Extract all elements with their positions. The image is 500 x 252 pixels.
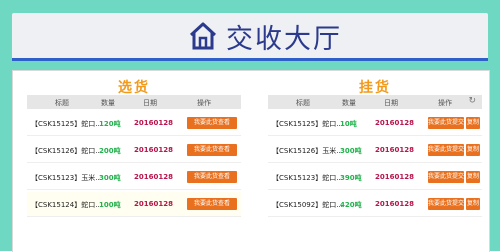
view-goods-button[interactable]: 我要此货查看 [187, 171, 237, 183]
row-qty: 100吨 [99, 201, 121, 209]
submit-goods-button[interactable]: 我要此货提交 [428, 198, 464, 210]
row-title: 【CSK15126】玉米... [272, 147, 343, 155]
row-title: 【CSK15125】蛇口... [272, 120, 343, 128]
row-qty: 300吨 [340, 147, 362, 155]
row-date: 20160128 [375, 119, 414, 127]
table-row: 【CSK15126】玉米... 300吨 20160128 我要此货提交 复制 [268, 138, 482, 163]
submit-goods-button[interactable]: 我要此货提交 [428, 171, 464, 183]
col-qty: 数量 [342, 99, 356, 107]
panel-title: 挂货 [359, 80, 391, 96]
list-goods-panel: 挂货 标题 数量 日期 操作 ↻ 【CSK15125】蛇口... 10吨 201… [268, 71, 482, 252]
row-title: 【CSK15126】蛇口... [31, 147, 102, 155]
row-date: 20160128 [134, 173, 173, 181]
view-goods-button[interactable]: 我要此货查看 [187, 144, 237, 156]
page-title: 交收大厅 [226, 23, 342, 55]
refresh-icon[interactable]: ↻ [468, 96, 476, 106]
copy-button[interactable]: 复制 [466, 171, 480, 183]
row-date: 20160128 [134, 146, 173, 154]
table-row: 【CSK15123】玉米... 300吨 20160128 我要此货查看 [27, 165, 241, 190]
row-title: 【CSK15125】蛇口... [31, 120, 102, 128]
view-goods-button[interactable]: 我要此货查看 [187, 117, 237, 129]
table-row: 【CSK15126】蛇口... 200吨 20160128 我要此货查看 [27, 138, 241, 163]
header-underline [12, 58, 488, 61]
row-date: 20160128 [375, 200, 414, 208]
view-goods-button[interactable]: 我要此货查看 [187, 198, 237, 210]
select-goods-panel: 选货 标题 数量 日期 操作 【CSK15125】蛇口... 120吨 2016… [27, 71, 241, 252]
row-title: 【CSK15123】蛇口... [272, 174, 343, 182]
col-qty: 数量 [101, 99, 115, 107]
col-title: 标题 [55, 99, 69, 107]
row-title: 【CSK15092】蛇口... [272, 201, 343, 209]
col-action: 操作 [438, 99, 452, 107]
table-row: 【CSK15124】蛇口... 100吨 20160128 我要此货查看 [27, 192, 241, 217]
table-row: 【CSK15125】蛇口... 120吨 20160128 我要此货查看 [27, 111, 241, 136]
col-action: 操作 [197, 99, 211, 107]
header: 交收大厅 [12, 13, 488, 61]
row-qty: 390吨 [340, 174, 362, 182]
row-qty: 200吨 [99, 147, 121, 155]
col-date: 日期 [384, 99, 398, 107]
table-row: 【CSK15092】蛇口... 420吨 20160128 我要此货提交 复制 [268, 192, 482, 217]
header-logo-row: 交收大厅 [188, 19, 342, 55]
row-title: 【CSK15124】蛇口... [31, 201, 102, 209]
table-row: 【CSK15123】蛇口... 390吨 20160128 我要此货提交 复制 [268, 165, 482, 190]
copy-button[interactable]: 复制 [466, 117, 480, 129]
row-qty: 300吨 [99, 174, 121, 182]
row-qty: 10吨 [340, 120, 357, 128]
row-title: 【CSK15123】玉米... [31, 174, 102, 182]
row-date: 20160128 [134, 200, 173, 208]
house-icon [189, 22, 217, 50]
copy-button[interactable]: 复制 [466, 144, 480, 156]
main-area: 选货 标题 数量 日期 操作 【CSK15125】蛇口... 120吨 2016… [12, 70, 490, 252]
row-date: 20160128 [375, 146, 414, 154]
table-header: 标题 数量 日期 操作 [27, 95, 241, 109]
table-header: 标题 数量 日期 操作 ↻ [268, 95, 482, 109]
col-date: 日期 [143, 99, 157, 107]
row-date: 20160128 [375, 173, 414, 181]
row-qty: 420吨 [340, 201, 362, 209]
submit-goods-button[interactable]: 我要此货提交 [428, 144, 464, 156]
panel-title: 选货 [118, 80, 150, 96]
col-title: 标题 [296, 99, 310, 107]
row-date: 20160128 [134, 119, 173, 127]
submit-goods-button[interactable]: 我要此货提交 [428, 117, 464, 129]
copy-button[interactable]: 复制 [466, 198, 480, 210]
table-row: 【CSK15125】蛇口... 10吨 20160128 我要此货提交 复制 [268, 111, 482, 136]
row-qty: 120吨 [99, 120, 121, 128]
